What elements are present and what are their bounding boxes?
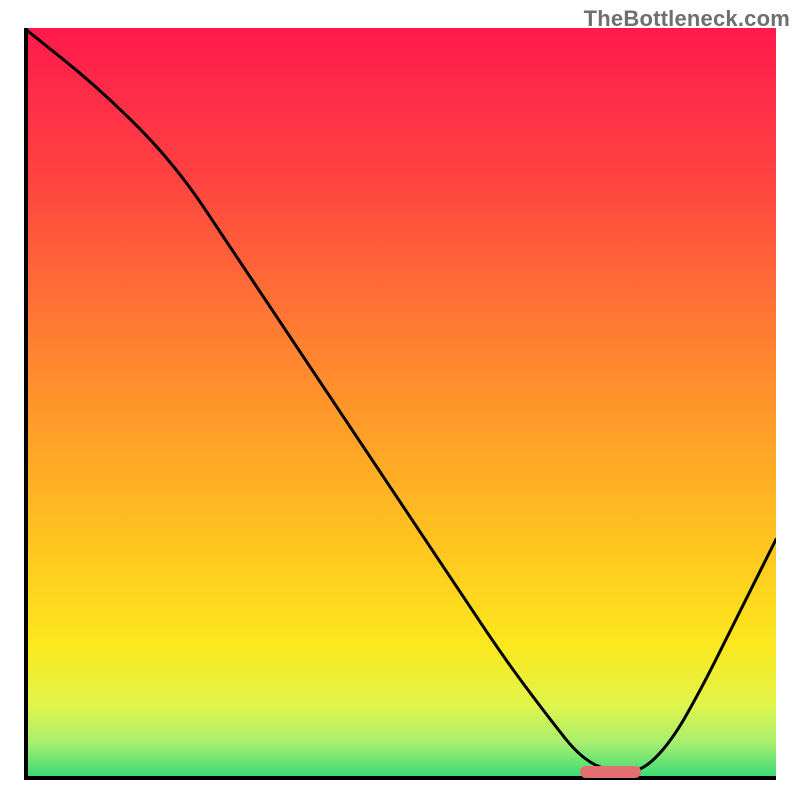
x-axis — [24, 776, 776, 780]
y-axis — [24, 28, 28, 780]
line-curve — [24, 28, 776, 780]
watermark-text: TheBottleneck.com — [584, 6, 790, 32]
chart-container: TheBottleneck.com — [0, 0, 800, 800]
optimal-marker — [580, 766, 640, 778]
plot-area — [24, 28, 776, 780]
